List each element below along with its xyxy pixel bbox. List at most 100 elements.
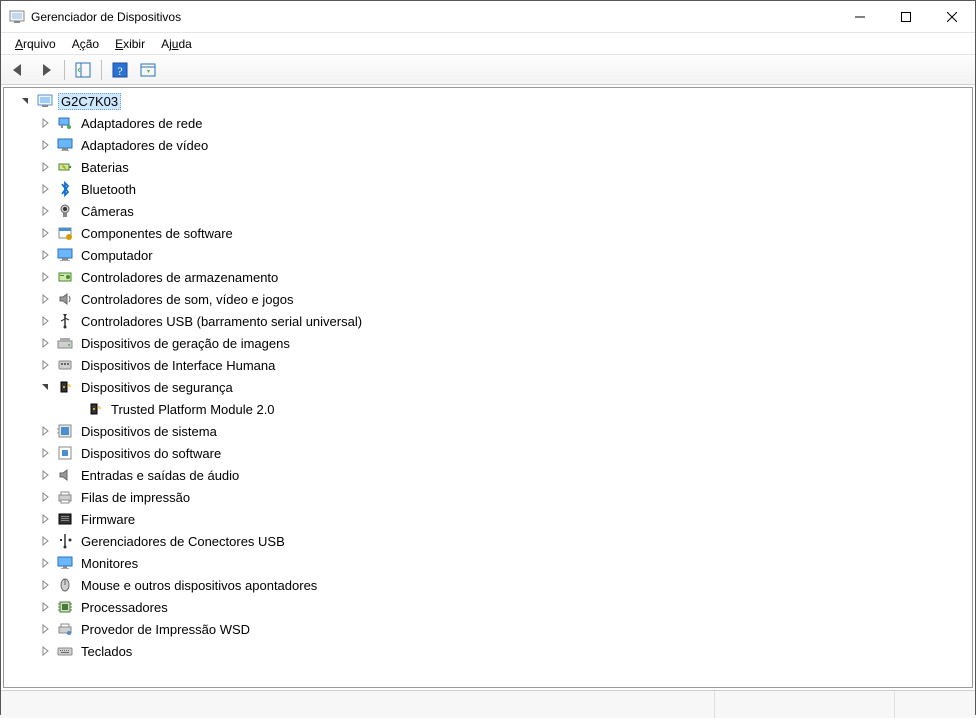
expand-icon[interactable] [38, 248, 52, 262]
audio-icon [56, 466, 74, 484]
status-panel [715, 691, 895, 718]
tree-item[interactable]: Firmware [4, 508, 972, 530]
tree-root-label: G2C7K03 [58, 93, 121, 110]
tree-item[interactable]: Trusted Platform Module 2.0 [4, 398, 972, 420]
tree-item[interactable]: Monitores [4, 552, 972, 574]
menu-exibir[interactable]: Exibir [107, 35, 153, 53]
tree-item-label: Controladores de armazenamento [78, 269, 281, 286]
tree-item-label: Gerenciadores de Conectores USB [78, 533, 288, 550]
expand-icon[interactable] [38, 622, 52, 636]
show-hide-tree-button[interactable] [70, 58, 96, 82]
bluetooth-icon [56, 180, 74, 198]
expand-icon[interactable] [38, 578, 52, 592]
toolbar-separator [101, 60, 102, 80]
svg-text:?: ? [117, 64, 122, 78]
menu-ajuda[interactable]: Ajuda [153, 35, 200, 53]
cpu-icon [56, 598, 74, 616]
close-button[interactable] [929, 1, 975, 33]
expand-icon[interactable] [38, 116, 52, 130]
tree-item[interactable]: Provedor de Impressão WSD [4, 618, 972, 640]
tree-item[interactable]: Dispositivos de sistema [4, 420, 972, 442]
tree-item[interactable]: Entradas e saídas de áudio [4, 464, 972, 486]
tree-item-label: Teclados [78, 643, 135, 660]
menu-arquivo-rest: rquivo [23, 37, 56, 51]
help-button[interactable]: ? [107, 58, 133, 82]
forward-button[interactable] [33, 58, 59, 82]
tree-item[interactable]: Dispositivos de Interface Humana [4, 354, 972, 376]
tree-item[interactable]: Gerenciadores de Conectores USB [4, 530, 972, 552]
hid-icon [56, 356, 74, 374]
minimize-button[interactable] [837, 1, 883, 33]
toolbar: ? [1, 55, 975, 85]
storage-icon [56, 268, 74, 286]
expand-icon[interactable] [38, 644, 52, 658]
tree-item-label: Dispositivos de geração de imagens [78, 335, 293, 352]
menu-arquivo[interactable]: Arquivo [7, 35, 64, 53]
tree-item-label: Filas de impressão [78, 489, 193, 506]
expand-icon[interactable] [38, 292, 52, 306]
computer-icon [56, 246, 74, 264]
expand-icon[interactable] [38, 490, 52, 504]
menubar: Arquivo Ação Exibir Ajuda [1, 33, 975, 55]
tree-item[interactable]: Controladores de som, vídeo e jogos [4, 288, 972, 310]
expand-icon[interactable] [38, 534, 52, 548]
tree-item[interactable]: Filas de impressão [4, 486, 972, 508]
expand-icon[interactable] [18, 94, 32, 108]
tree-container: G2C7K03 Adaptadores de rede Adaptadores … [3, 87, 973, 688]
tree-item-label: Trusted Platform Module 2.0 [108, 401, 278, 418]
expand-icon[interactable] [38, 600, 52, 614]
tpm-icon [86, 400, 104, 418]
tree-item[interactable]: Componentes de software [4, 222, 972, 244]
tree-item-label: Provedor de Impressão WSD [78, 621, 253, 638]
device-tree[interactable]: G2C7K03 Adaptadores de rede Adaptadores … [4, 88, 972, 687]
keyboard-icon [56, 642, 74, 660]
tree-item[interactable]: Dispositivos de segurança [4, 376, 972, 398]
expand-icon[interactable] [38, 182, 52, 196]
tree-item[interactable]: Controladores USB (barramento serial uni… [4, 310, 972, 332]
back-button[interactable] [5, 58, 31, 82]
tree-item[interactable]: Mouse e outros dispositivos apontadores [4, 574, 972, 596]
tree-item[interactable]: Teclados [4, 640, 972, 662]
computer-icon [36, 92, 54, 110]
expand-icon[interactable] [38, 226, 52, 240]
expand-icon[interactable] [38, 138, 52, 152]
expand-icon[interactable] [38, 424, 52, 438]
expand-icon[interactable] [38, 314, 52, 328]
scan-hardware-button[interactable] [135, 58, 161, 82]
tree-item[interactable]: Dispositivos de geração de imagens [4, 332, 972, 354]
tree-item[interactable]: Adaptadores de vídeo [4, 134, 972, 156]
tree-item-label: Computador [78, 247, 156, 264]
tree-item[interactable]: Computador [4, 244, 972, 266]
expand-icon[interactable] [38, 336, 52, 350]
tree-item[interactable]: Baterias [4, 156, 972, 178]
expand-icon[interactable] [38, 270, 52, 284]
expand-icon[interactable] [38, 380, 52, 394]
tree-item[interactable]: Adaptadores de rede [4, 112, 972, 134]
tree-root[interactable]: G2C7K03 [4, 90, 972, 112]
tree-item-label: Processadores [78, 599, 171, 616]
display-icon [56, 136, 74, 154]
expand-icon[interactable] [38, 160, 52, 174]
maximize-button[interactable] [883, 1, 929, 33]
tree-item-label: Adaptadores de vídeo [78, 137, 211, 154]
tree-item[interactable]: Câmeras [4, 200, 972, 222]
tree-item[interactable]: Controladores de armazenamento [4, 266, 972, 288]
tree-item-label: Entradas e saídas de áudio [78, 467, 242, 484]
tree-item-label: Mouse e outros dispositivos apontadores [78, 577, 320, 594]
status-panel [1, 691, 715, 718]
menu-acao[interactable]: Ação [64, 35, 107, 53]
tree-item[interactable]: Bluetooth [4, 178, 972, 200]
printer-icon [56, 488, 74, 506]
camera-icon [56, 202, 74, 220]
expand-icon[interactable] [38, 512, 52, 526]
expand-icon[interactable] [38, 358, 52, 372]
tree-item-label: Dispositivos de segurança [78, 379, 236, 396]
expand-icon[interactable] [38, 446, 52, 460]
expand-icon[interactable] [38, 556, 52, 570]
window-title: Gerenciador de Dispositivos [31, 10, 181, 24]
tree-item-label: Adaptadores de rede [78, 115, 205, 132]
expand-icon[interactable] [38, 468, 52, 482]
tree-item[interactable]: Dispositivos do software [4, 442, 972, 464]
expand-icon[interactable] [38, 204, 52, 218]
tree-item[interactable]: Processadores [4, 596, 972, 618]
